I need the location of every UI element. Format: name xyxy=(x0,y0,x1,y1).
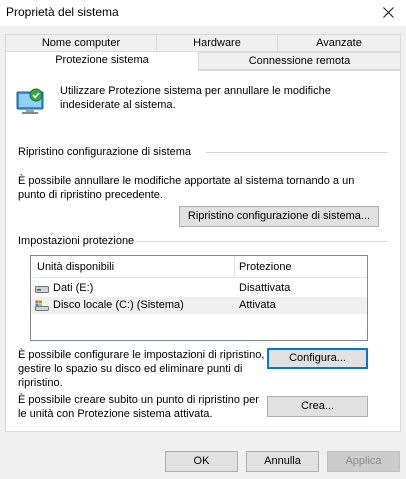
drive-name: Disco locale (C:) (Sistema) xyxy=(53,299,184,311)
configure-description: È possibile configurare le impostazioni … xyxy=(18,349,265,389)
cancel-button[interactable]: Annulla xyxy=(246,451,319,472)
restore-section-heading: Ripristino configurazione di sistema xyxy=(18,146,192,158)
restore-section-divider xyxy=(206,152,388,153)
tab-connessione-remota[interactable]: Connessione remota xyxy=(198,52,401,70)
protection-section-divider xyxy=(134,241,388,242)
protection-status: Disattivata xyxy=(239,282,291,294)
close-icon xyxy=(382,6,394,18)
drives-list[interactable]: Unità disponibili Protezione Dati (E:) D… xyxy=(30,255,368,341)
system-restore-button[interactable]: Ripristino configurazione di sistema... xyxy=(179,206,379,227)
apply-button[interactable]: Applica xyxy=(327,451,400,472)
tab-hardware[interactable]: Hardware xyxy=(156,34,278,52)
tab-protezione-sistema[interactable]: Protezione sistema xyxy=(5,51,199,71)
create-description: È possibile creare subito un punto di ri… xyxy=(18,394,259,420)
protection-status: Attivata xyxy=(239,299,276,311)
system-drive-icon xyxy=(35,300,49,311)
list-header: Unità disponibili Protezione xyxy=(31,256,367,278)
close-button[interactable] xyxy=(376,1,400,23)
create-button[interactable]: Crea... xyxy=(267,396,368,417)
column-header-drives[interactable]: Unità disponibili xyxy=(37,261,114,273)
column-separator[interactable] xyxy=(234,256,235,278)
tab-nome-computer[interactable]: Nome computer xyxy=(5,34,157,52)
configure-button[interactable]: Configura... xyxy=(267,348,368,369)
drive-name: Dati (E:) xyxy=(53,282,94,294)
intro-text: Utilizzare Protezione sistema per annull… xyxy=(60,85,331,111)
tab-avanzate[interactable]: Avanzate xyxy=(277,34,401,52)
restore-description: È possibile annullare le modifiche appor… xyxy=(18,175,355,201)
protection-section-heading: Impostazioni protezione xyxy=(18,235,135,247)
hard-drive-icon xyxy=(35,286,49,293)
system-protection-icon xyxy=(16,88,44,114)
ok-button[interactable]: OK xyxy=(165,451,238,472)
column-header-protection[interactable]: Protezione xyxy=(239,261,292,273)
title-bar: Proprietà del sistema xyxy=(0,0,406,26)
list-item-disco-locale[interactable]: Disco locale (C:) (Sistema) Attivata xyxy=(31,297,367,314)
list-item-dati[interactable]: Dati (E:) Disattivata xyxy=(31,280,367,297)
window-title: Proprietà del sistema xyxy=(6,5,119,19)
